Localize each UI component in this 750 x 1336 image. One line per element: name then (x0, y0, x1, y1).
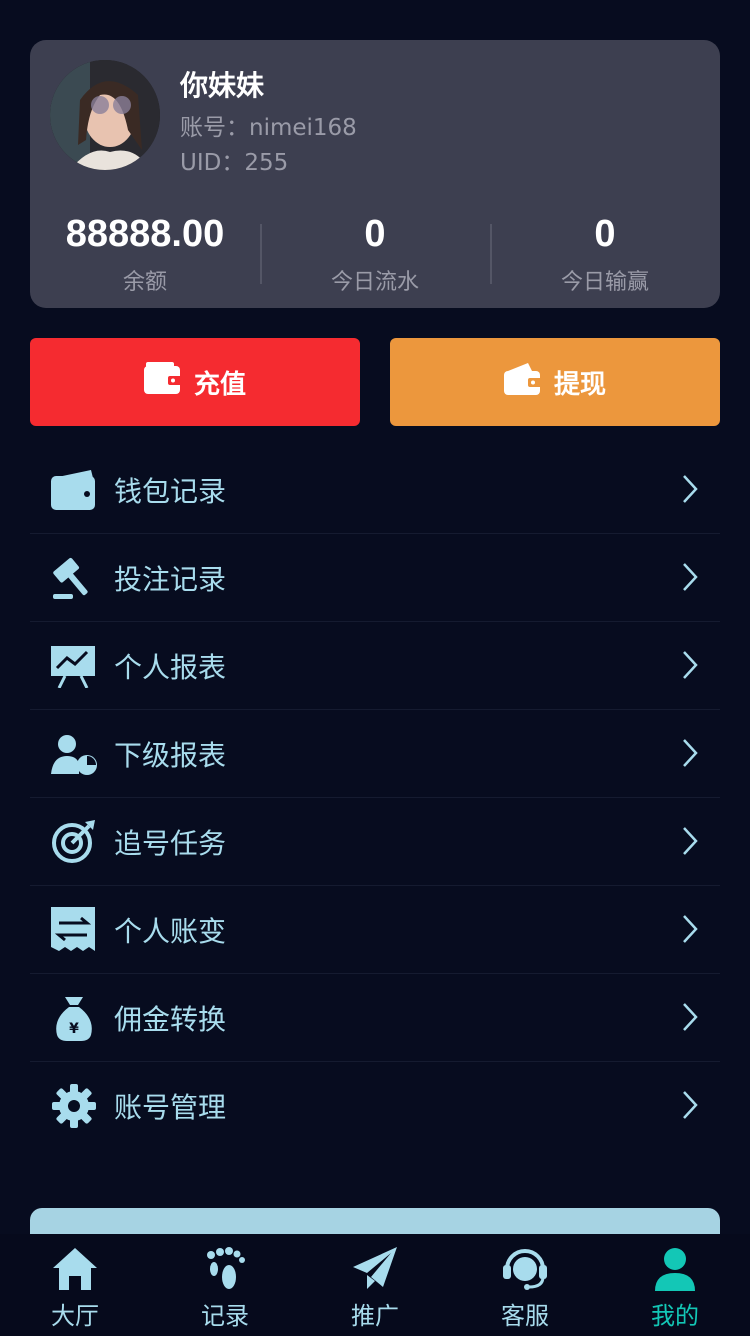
menu-item-personal-report[interactable]: 个人报表 (30, 622, 720, 710)
menu-label: 追号任务 (114, 826, 227, 860)
stat-value: 0 (364, 213, 386, 255)
menu-item-bet-records[interactable]: 投注记录 (30, 534, 720, 622)
tab-customer-service[interactable]: 客服 (450, 1234, 600, 1336)
tab-promotion[interactable]: 推广 (300, 1234, 450, 1336)
chevron-right-icon (682, 1090, 698, 1124)
wallet-open-icon (503, 361, 542, 404)
menu-label: 投注记录 (114, 562, 227, 596)
presentation-chart-icon (50, 642, 98, 690)
paper-plane-icon (350, 1244, 400, 1294)
chevron-right-icon (682, 738, 698, 772)
tab-label: 记录 (201, 1302, 249, 1330)
tab-label: 推广 (351, 1302, 399, 1330)
tab-label: 客服 (501, 1302, 549, 1330)
stat-today-turnover: 0 今日流水 (260, 210, 490, 300)
gear-icon (50, 1082, 98, 1130)
wallet-icon (143, 361, 182, 403)
profile-card: 你妹妹 账号：nimei168 UID：255 88888.00 余额 0 今日… (30, 40, 720, 308)
menu-label: 个人报表 (114, 650, 227, 684)
footprints-icon (200, 1244, 250, 1294)
username: 你妹妹 (180, 69, 265, 102)
recharge-label: 充值 (193, 369, 246, 400)
stats-row: 88888.00 余额 0 今日流水 0 今日输赢 (30, 210, 720, 300)
recharge-button[interactable]: 充值 (30, 338, 360, 426)
target-icon (50, 818, 98, 866)
menu-item-subordinate-report[interactable]: 下级报表 (30, 710, 720, 798)
menu-label: 个人账变 (114, 914, 227, 948)
bottom-tabbar: 大厅 记录 推广 客服 我的 (0, 1234, 750, 1336)
stat-today-profit: 0 今日输赢 (490, 210, 720, 300)
menu-label: 账号管理 (114, 1090, 227, 1124)
tab-records[interactable]: 记录 (150, 1234, 300, 1336)
menu-label: 下级报表 (114, 738, 227, 772)
menu-list: 钱包记录 投注记录 个人报表 下级报表 追号任务 个人账变 ¥ 佣金转换 账号管… (30, 446, 720, 1149)
chevron-right-icon (682, 826, 698, 860)
chevron-right-icon (682, 650, 698, 684)
svg-text:¥: ¥ (69, 1021, 79, 1037)
chevron-right-icon (682, 474, 698, 508)
home-icon (50, 1244, 100, 1294)
menu-item-chase-tasks[interactable]: 追号任务 (30, 798, 720, 886)
chevron-right-icon (682, 914, 698, 948)
user-pie-icon (50, 730, 98, 778)
headset-icon (500, 1244, 550, 1294)
tab-lobby[interactable]: 大厅 (0, 1234, 150, 1336)
gavel-icon (50, 554, 98, 602)
account-id: 账号：nimei168 (180, 115, 357, 141)
menu-label: 佣金转换 (114, 1002, 227, 1036)
user-icon (650, 1244, 700, 1294)
tab-label: 我的 (651, 1302, 699, 1330)
stat-value: 0 (594, 213, 616, 255)
menu-label: 钱包记录 (114, 474, 227, 508)
uid: UID：255 (180, 150, 289, 176)
stat-label: 今日输赢 (560, 270, 649, 295)
tab-mine[interactable]: 我的 (600, 1234, 750, 1336)
stat-value: 88888.00 (65, 213, 225, 255)
tab-label: 大厅 (51, 1302, 99, 1330)
stat-balance: 88888.00 余额 (30, 210, 260, 300)
withdraw-label: 提现 (553, 369, 606, 400)
menu-item-wallet-records[interactable]: 钱包记录 (30, 446, 720, 534)
menu-item-account-management[interactable]: 账号管理 (30, 1062, 720, 1149)
avatar[interactable] (50, 60, 160, 170)
receipt-transfer-icon (50, 906, 98, 954)
stat-label: 今日流水 (330, 270, 419, 295)
chevron-right-icon (682, 1002, 698, 1036)
wallet-icon (50, 466, 98, 514)
withdraw-button[interactable]: 提现 (390, 338, 720, 426)
menu-item-commission-conversion[interactable]: ¥ 佣金转换 (30, 974, 720, 1062)
menu-item-account-changes[interactable]: 个人账变 (30, 886, 720, 974)
money-bag-icon: ¥ (50, 994, 98, 1042)
chevron-right-icon (682, 562, 698, 596)
stat-label: 余额 (122, 270, 167, 295)
